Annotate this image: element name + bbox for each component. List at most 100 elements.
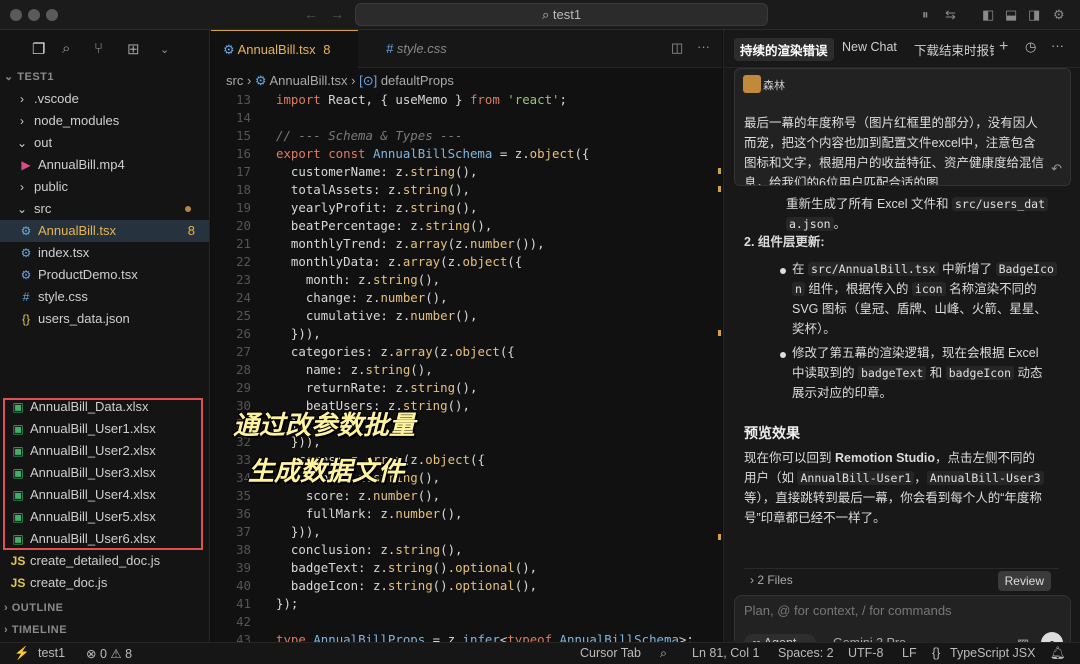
line-ending[interactable]: LF xyxy=(902,646,917,660)
sidebar-left-icon[interactable]: ◧ xyxy=(982,7,994,23)
remote-icon[interactable]: ⚡ xyxy=(14,646,30,661)
section-title: 2. 组件层更新: xyxy=(744,235,825,249)
chat-tabs: 持续的渲染错误 New Chat 下载结束时报错 + ◷ ··· xyxy=(724,30,1080,68)
bullet-dot xyxy=(780,268,786,274)
tree-file-index-tsx[interactable]: ⚙ index.tsx xyxy=(0,242,209,264)
history-icon[interactable]: ◷ xyxy=(1025,39,1036,55)
title-bar: ← → ⌕ test1 ⏸ ⇆ ◧ ⬓ ◨ ⚙ xyxy=(0,0,1080,30)
overlay-caption-line2: 生成数据文件 xyxy=(248,456,405,486)
gear-icon: ⚙ xyxy=(254,73,267,88)
code-area[interactable]: 13 import React, { useMemo } from 'react'… xyxy=(211,92,722,642)
notifications-icon[interactable]: 🔔︎ xyxy=(1050,646,1066,661)
cursor-position[interactable]: Ln 81, Col 1 xyxy=(692,646,759,660)
tree-file-annualbill-tsx[interactable]: ⚙ AnnualBill.tsx 8 xyxy=(0,220,209,242)
review-button[interactable]: Review xyxy=(997,571,1051,591)
indentation[interactable]: Spaces: 2 xyxy=(778,646,834,660)
cursor-tab-label[interactable]: Cursor Tab xyxy=(580,646,641,660)
tree-folder-node-modules[interactable]: › node_modules xyxy=(0,110,209,132)
breadcrumb: src › ⚙ AnnualBill.tsx › [⊙] defaultProp… xyxy=(226,73,454,88)
outline-section[interactable]: › OUTLINE xyxy=(4,602,64,614)
tree-file-productdemo-tsx[interactable]: ⚙ ProductDemo.tsx xyxy=(0,264,209,286)
chat-tab-download-error[interactable]: 下载结束时报错 xyxy=(914,40,994,59)
activity-bar: ❐ ⌕ ⑂ ⊞ ⌄ xyxy=(0,30,209,68)
encoding[interactable]: UTF-8 xyxy=(848,646,883,660)
hash-icon: # xyxy=(386,41,394,56)
zoom-icon[interactable]: ⌕ xyxy=(660,646,667,661)
ai-chat-panel: 持续的渲染错误 New Chat 下载结束时报错 + ◷ ··· 森林 最后一幕… xyxy=(723,30,1080,664)
problems-indicator[interactable]: ⊗ 0 ⚠ 8 xyxy=(86,646,132,661)
preview-paragraph: 现在你可以回到 Remotion Studio，点击左侧不同的 用户（如 Ann… xyxy=(744,451,1044,525)
hash-icon: # xyxy=(22,290,30,304)
chevron-right-icon: › xyxy=(20,114,24,128)
chat-tab-active[interactable]: 持续的渲染错误 xyxy=(734,38,834,61)
highlight-box xyxy=(3,398,203,550)
language-mode[interactable]: TypeScript JSX xyxy=(950,646,1035,660)
more-actions-icon[interactable]: ··· xyxy=(1051,38,1064,53)
overlay-caption-line1: 通过改参数批量 xyxy=(233,410,416,440)
response-partial-line: 重新生成了所有 Excel 文件和 src/users_dat a.json。 xyxy=(786,194,1066,234)
forward-arrow-icon[interactable]: → xyxy=(330,6,344,22)
tree-file-js[interactable]: JS create_doc.js xyxy=(0,572,209,594)
video-icon: ▶ xyxy=(21,158,31,172)
pause-icon[interactable]: ⏸ xyxy=(922,7,929,23)
search-icon: ⌕ xyxy=(541,7,550,22)
minimize-window-button[interactable] xyxy=(28,9,40,21)
js-icon: JS xyxy=(10,554,26,568)
chevron-right-icon: › xyxy=(20,180,24,194)
tab-style-css[interactable]: # style.css xyxy=(374,30,459,68)
tree-folder-src[interactable]: ⌄ src xyxy=(0,198,209,220)
tree-file-users-data-json[interactable]: {} users_data.json xyxy=(0,308,209,330)
braces-icon: {} xyxy=(932,646,941,660)
changed-files-bar[interactable]: › 2 Files Review xyxy=(744,568,1059,594)
response-bullet-1: 在 src/AnnualBill.tsx 中新增了 BadgeIco n 组件，… xyxy=(792,259,1064,339)
gear-icon: ⚙ xyxy=(20,268,32,282)
tree-folder-out[interactable]: ⌄ out xyxy=(0,132,209,154)
plus-icon[interactable]: + xyxy=(999,38,1008,56)
timeline-section[interactable]: › TIMELINE xyxy=(4,624,67,636)
gear-icon[interactable]: ⚙ xyxy=(1053,7,1065,23)
split-editor-icon[interactable]: ◫ xyxy=(671,40,683,56)
command-center-search[interactable]: ⌕ test1 xyxy=(355,3,768,26)
user-message-text: 最后一幕的年度称号（图片红框里的部分），没有因人而宠，把这个内容也加到配置文件e… xyxy=(744,116,1045,186)
branch-label[interactable]: test1 xyxy=(38,646,65,660)
avatar xyxy=(743,75,761,93)
back-arrow-icon[interactable]: ← xyxy=(304,6,318,22)
user-name: 森林 xyxy=(763,80,785,92)
tree-file-style-css[interactable]: # style.css xyxy=(0,286,209,308)
tree-file-mp4[interactable]: ▶ AnnualBill.mp4 xyxy=(0,154,209,176)
maximize-window-button[interactable] xyxy=(46,9,58,21)
js-icon: JS xyxy=(10,576,26,590)
tree-file-js[interactable]: JS create_detailed_doc.js xyxy=(0,550,209,572)
chevron-down-icon: ⌄ xyxy=(16,202,28,216)
symbol-icon: [⊙] xyxy=(359,73,378,88)
more-actions-icon[interactable]: ··· xyxy=(697,39,710,54)
code-editor: ⚙ AnnualBill.tsx 8 # style.css ◫ ··· src… xyxy=(211,30,722,642)
window-title: test1 xyxy=(552,7,582,22)
swap-icon[interactable]: ⇆ xyxy=(945,7,956,23)
editor-tabs: ⚙ AnnualBill.tsx 8 # style.css ◫ ··· xyxy=(211,30,722,68)
modified-dot-icon xyxy=(185,206,191,212)
source-control-icon[interactable]: ⑂ xyxy=(94,40,103,57)
panel-bottom-icon[interactable]: ⬓ xyxy=(1005,7,1017,23)
bullet-dot xyxy=(780,352,786,358)
tree-folder-public[interactable]: › public xyxy=(0,176,209,198)
chat-input-placeholder[interactable]: Plan, @ for context, / for commands xyxy=(744,603,952,618)
chevron-right-icon: › xyxy=(20,92,24,106)
files-icon[interactable]: ❐ xyxy=(32,40,45,58)
sidebar-right-icon[interactable]: ◨ xyxy=(1028,7,1040,23)
user-message[interactable]: 森林 最后一幕的年度称号（图片红框里的部分），没有因人而宠，把这个内容也加到配置… xyxy=(734,68,1071,186)
tab-annualbill-tsx[interactable]: ⚙ AnnualBill.tsx 8 xyxy=(211,30,358,68)
explorer-sidebar: ❐ ⌕ ⑂ ⊞ ⌄ ⌄ TEST1 › .vscode › node_modules… xyxy=(0,30,210,642)
chevron-down-icon[interactable]: ⌄ xyxy=(160,43,169,56)
search-icon[interactable]: ⌕ xyxy=(62,40,70,57)
braces-icon: {} xyxy=(21,312,30,326)
response-bullet-2: 修改了第五幕的渲染逻辑，现在会根据 Excel 中读取到的 badgeText … xyxy=(792,346,1043,400)
tree-folder-vscode[interactable]: › .vscode xyxy=(0,88,209,110)
chat-tab-new[interactable]: New Chat xyxy=(842,40,897,54)
status-bar: ⚡ test1 ⊗ 0 ⚠ 8 Cursor Tab ⌕ Ln 81, Col … xyxy=(0,642,1080,664)
close-window-button[interactable] xyxy=(10,9,22,21)
explorer-root[interactable]: ⌄ TEST1 xyxy=(4,70,54,83)
extensions-icon[interactable]: ⊞ xyxy=(127,40,140,58)
undo-icon[interactable]: ↶ xyxy=(1051,161,1062,177)
gear-icon: ⚙ xyxy=(20,224,32,238)
